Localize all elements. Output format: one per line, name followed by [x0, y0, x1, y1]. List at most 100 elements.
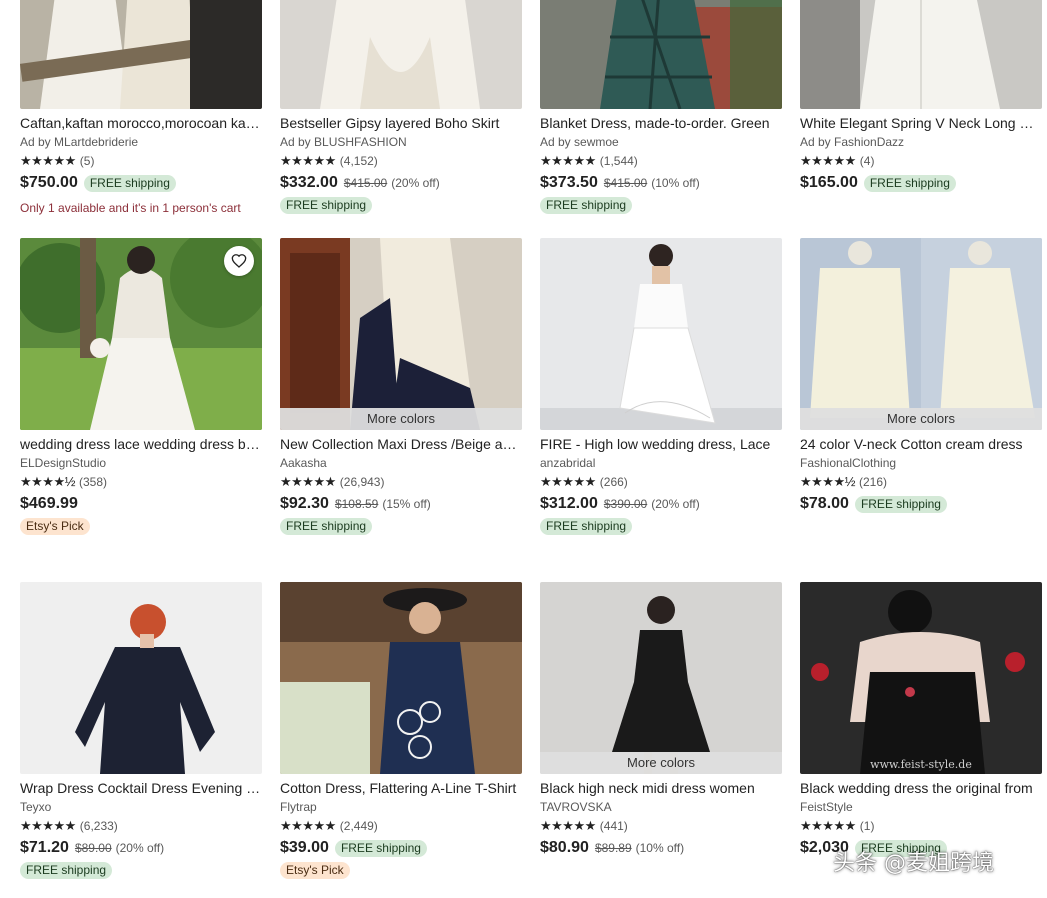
favorite-button[interactable]: [224, 246, 254, 276]
listing-card[interactable]: www.feist-style.de Black wedding dress t…: [800, 582, 1042, 858]
more-colors-label[interactable]: More colors: [800, 408, 1042, 430]
listing-title[interactable]: Wrap Dress Cocktail Dress Evening Dress: [20, 780, 262, 797]
listing-rating: ★★★★★ (4): [800, 153, 1042, 169]
discount-label: (20% off): [651, 497, 700, 511]
price-row: $80.90 $89.89 (10% off): [540, 838, 782, 858]
listing-seller[interactable]: Aakasha: [280, 456, 522, 471]
listing-card[interactable]: More colors New Collection Maxi Dress /B…: [280, 238, 522, 535]
listing-image[interactable]: [280, 0, 522, 109]
star-rating-icon: ★★★★★: [540, 818, 596, 833]
free-shipping-badge: FREE shipping: [540, 197, 633, 214]
listing-seller[interactable]: anzabridal: [540, 456, 782, 471]
listing-title[interactable]: Blanket Dress, made-to-order. Green: [540, 115, 782, 132]
listing-image[interactable]: [540, 238, 782, 430]
star-rating-icon: ★★★★★: [540, 153, 596, 168]
more-colors-label[interactable]: More colors: [280, 408, 522, 430]
listing-seller[interactable]: Ad by MLartdebriderie: [20, 135, 262, 150]
review-count: (4,152): [339, 154, 378, 168]
price-row: $750.00 FREE shipping: [20, 173, 262, 193]
listing-seller[interactable]: ELDesignStudio: [20, 456, 262, 471]
listing-card[interactable]: Blanket Dress, made-to-order. Green Ad b…: [540, 0, 782, 214]
listing-image[interactable]: [20, 238, 262, 430]
listing-card[interactable]: FIRE - High low wedding dress, Lace anza…: [540, 238, 782, 535]
free-shipping-badge: FREE shipping: [20, 862, 113, 879]
listing-price: $312.00: [540, 495, 598, 512]
listing-seller[interactable]: FashionalClothing: [800, 456, 1042, 471]
listing-title[interactable]: White Elegant Spring V Neck Long Coat: [800, 115, 1042, 132]
listing-title[interactable]: Cotton Dress, Flattering A-Line T-Shirt: [280, 780, 522, 797]
star-rating-icon: ★★★★★: [280, 818, 336, 833]
listing-seller[interactable]: Ad by FashionDazz: [800, 135, 1042, 150]
review-count: (1): [859, 819, 875, 833]
listing-title[interactable]: FIRE - High low wedding dress, Lace: [540, 436, 782, 453]
listing-image[interactable]: [20, 582, 262, 774]
original-price: $89.00: [74, 841, 112, 855]
listing-image[interactable]: More colors: [800, 238, 1042, 430]
discount-label: (20% off): [115, 841, 165, 855]
listing-rating: ★★★★★ (26,943): [280, 474, 522, 490]
listing-image[interactable]: [20, 0, 262, 109]
review-count: (4): [859, 154, 875, 168]
listing-image[interactable]: More colors: [280, 238, 522, 430]
listing-title[interactable]: Caftan,kaftan morocco,morocoan kaftan dr…: [20, 115, 262, 132]
star-rating-icon: ★★★★★: [20, 153, 76, 168]
price-row: $78.00 FREE shipping: [800, 494, 1042, 514]
listing-card[interactable]: Caftan,kaftan morocco,morocoan kaftan dr…: [20, 0, 262, 216]
listing-title[interactable]: Bestseller Gipsy layered Boho Skirt: [280, 115, 522, 132]
listing-image[interactable]: [540, 0, 782, 109]
original-price: $415.00: [343, 176, 388, 190]
listing-seller[interactable]: FeistStyle: [800, 800, 1042, 815]
listing-price: $71.20: [20, 839, 69, 856]
price-row: $39.00 FREE shipping: [280, 838, 522, 858]
listing-seller[interactable]: Ad by sewmoe: [540, 135, 782, 150]
listing-card[interactable]: More colors Black high neck midi dress w…: [540, 582, 782, 858]
star-rating-icon: ★★★★★: [280, 474, 336, 489]
listing-seller[interactable]: TAVROVSKA: [540, 800, 782, 815]
listing-card[interactable]: White Elegant Spring V Neck Long Coat Ad…: [800, 0, 1042, 193]
price-row: $373.50 $415.00 (10% off): [540, 173, 782, 193]
listing-title[interactable]: Black wedding dress the original from: [800, 780, 1042, 797]
free-shipping-badge: FREE shipping: [83, 174, 176, 192]
listing-title[interactable]: Black high neck midi dress women: [540, 780, 782, 797]
review-count: (1,544): [599, 154, 638, 168]
listing-card[interactable]: More colors 24 color V-neck Cotton cream…: [800, 238, 1042, 514]
star-rating-icon: ★★★★½: [800, 474, 855, 489]
listing-price: $39.00: [280, 839, 329, 856]
listing-seller[interactable]: Flytrap: [280, 800, 522, 815]
heart-icon: [231, 254, 247, 268]
original-price: $415.00: [603, 176, 648, 190]
listing-image[interactable]: [280, 582, 522, 774]
listing-rating: ★★★★★ (441): [540, 818, 782, 834]
overlay-watermark: 头条 @麦姐跨境: [833, 851, 994, 876]
star-rating-icon: ★★★★★: [800, 818, 856, 833]
listing-card[interactable]: Cotton Dress, Flattering A-Line T-Shirt …: [280, 582, 522, 879]
listing-seller[interactable]: Teyxo: [20, 800, 262, 815]
listing-seller[interactable]: Ad by BLUSHFASHION: [280, 135, 522, 150]
listing-rating: ★★★★★ (6,233): [20, 818, 262, 834]
listing-title[interactable]: New Collection Maxi Dress /Beige and Nav…: [280, 436, 522, 453]
listing-title[interactable]: 24 color V-neck Cotton cream dress: [800, 436, 1042, 453]
free-shipping-badge: FREE shipping: [280, 197, 373, 214]
free-shipping-badge: FREE shipping: [854, 495, 947, 513]
listing-card[interactable]: Wrap Dress Cocktail Dress Evening Dress …: [20, 582, 262, 879]
review-count: (5): [79, 154, 95, 168]
listing-image[interactable]: www.feist-style.de: [800, 582, 1042, 774]
more-colors-label[interactable]: More colors: [540, 752, 782, 774]
etsys-pick-badge: Etsy's Pick: [20, 518, 90, 535]
listing-rating: ★★★★★ (1): [800, 818, 1042, 834]
listing-price: $750.00: [20, 174, 78, 191]
listing-image[interactable]: More colors: [540, 582, 782, 774]
listing-card[interactable]: wedding dress lace wedding dress boho EL…: [20, 238, 262, 535]
free-shipping-badge: FREE shipping: [540, 518, 633, 535]
listing-image[interactable]: [800, 0, 1042, 109]
listing-card[interactable]: Bestseller Gipsy layered Boho Skirt Ad b…: [280, 0, 522, 214]
review-count: (441): [599, 819, 628, 833]
review-count: (266): [599, 475, 628, 489]
listing-rating: ★★★★★ (1,544): [540, 153, 782, 169]
cart-note: Only 1 available and it's in 1 person's …: [20, 201, 241, 215]
listing-title[interactable]: wedding dress lace wedding dress boho: [20, 436, 262, 453]
free-shipping-badge: FREE shipping: [863, 174, 956, 192]
listing-price: $373.50: [540, 174, 598, 191]
listing-rating: ★★★★½ (216): [800, 474, 1042, 490]
review-count: (2,449): [339, 819, 378, 833]
